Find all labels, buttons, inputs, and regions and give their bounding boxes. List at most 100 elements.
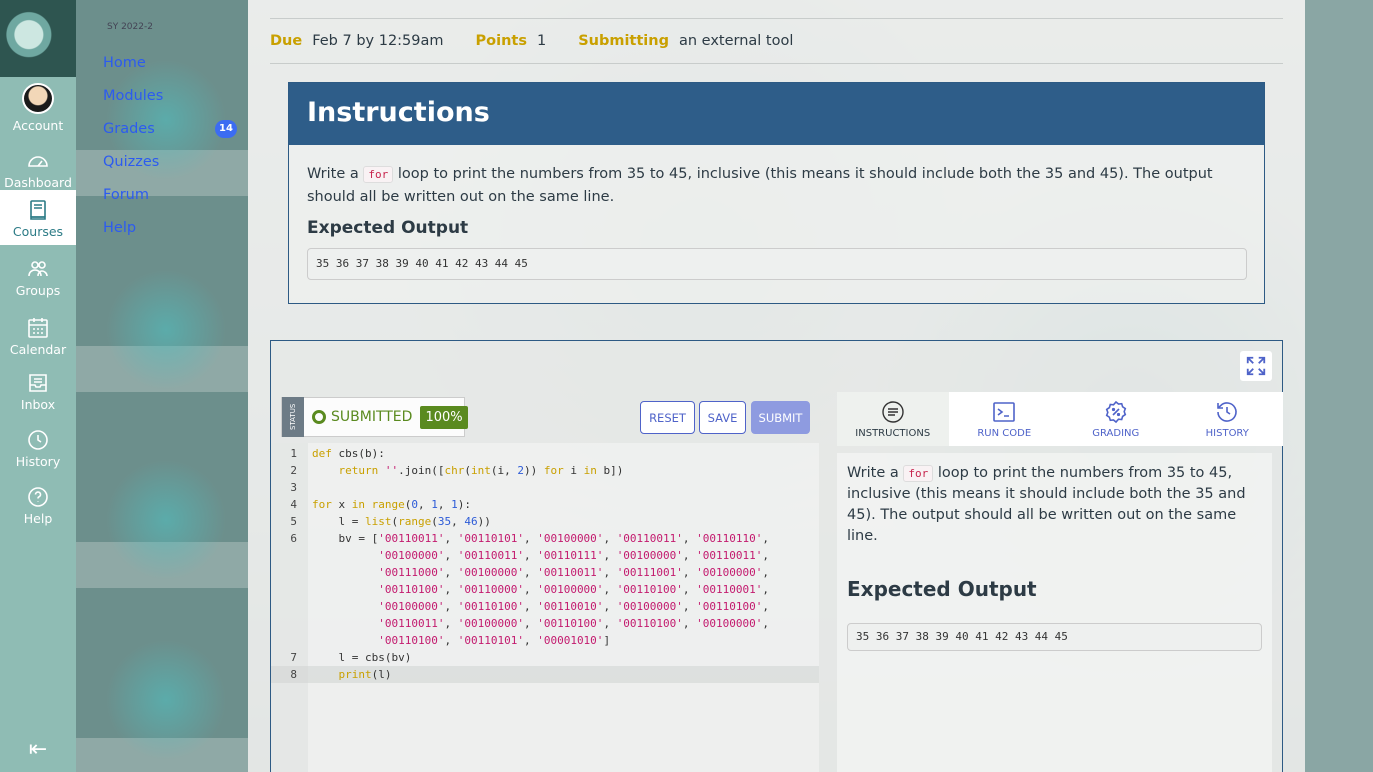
help-icon [24,483,52,511]
code-line[interactable]: 5 l = list(range(35, 46)) [271,513,819,530]
tab-run-code[interactable]: RUN CODE [948,392,1060,446]
global-navigation: Account Dashboard Courses Groups Calenda… [0,0,76,772]
code-text: '00111000', '00100000', '00110011', '001… [378,566,770,579]
code-line[interactable]: 2 return ''.join([chr(int(i, 2)) for i i… [271,462,819,479]
code-text: '00110011', '00100000', '00110100', '001… [378,617,770,630]
panel-instructions-text: Write a for loop to print the numbers fr… [847,463,1262,547]
code-text: '00100000', '00110100', '00110010', '001… [378,600,770,613]
course-nav-quizzes[interactable]: Quizzes [103,154,159,170]
dashboard-icon [24,147,52,175]
global-nav-history[interactable]: History [0,416,76,473]
line-number: 6 [290,532,297,545]
code-line[interactable]: '00111000', '00100000', '00110011', '001… [271,564,819,581]
global-nav-label: Help [23,511,53,526]
line-number: 8 [290,668,297,681]
code-text: '00110100', '00110000', '00100000', '001… [378,583,770,596]
right-panel-tabs: INSTRUCTIONS RUN CODE GRADING HISTORY [837,392,1283,446]
code-line[interactable]: '00100000', '00110100', '00110010', '001… [271,598,819,615]
inbox-icon [24,369,52,397]
global-nav-groups[interactable]: Groups [0,245,76,302]
fullscreen-button[interactable] [1240,351,1272,381]
course-nav-home[interactable]: Home [103,55,146,71]
instructions-text-after: loop to print the numbers from 35 to 45,… [307,166,1213,205]
keyword-code: for [903,465,934,482]
code-text: bv = ['00110011', '00110101', '00100000'… [312,532,770,545]
expected-output-box: 35 36 37 38 39 40 41 42 43 44 45 [307,248,1247,280]
course-nav-help[interactable]: Help [103,220,136,236]
global-nav-label: Account [12,118,64,133]
status-text: SUBMITTED [331,409,413,425]
percent-badge-icon [1105,400,1127,423]
code-line[interactable]: '00110100', '00110101', '00001010'] [271,632,819,649]
instructions-tab-content: Write a for loop to print the numbers fr… [837,453,1272,772]
course-nav-grades[interactable]: Grades [103,121,155,137]
global-nav-account[interactable]: Account [0,77,76,133]
status-bar: STATUS SUBMITTED 100% [281,397,468,437]
code-line[interactable]: '00110100', '00110000', '00100000', '001… [271,581,819,598]
grades-count-badge: 14 [215,120,237,138]
code-line[interactable]: 6 bv = ['00110011', '00110101', '0010000… [271,530,819,547]
expected-output-heading: Expected Output [307,218,469,238]
global-nav-inbox[interactable]: Inbox [0,359,76,416]
code-line[interactable]: 8 print(l) [271,666,819,683]
course-nav-forum[interactable]: Forum [103,187,149,203]
assignment-details: Due Feb 7 by 12:59am Points 1 Submitting… [270,18,1283,64]
code-line[interactable]: '00100000', '00110011', '00110111', '001… [271,547,819,564]
line-number: 7 [290,651,297,664]
collapse-nav-icon[interactable]: ⇤ [24,738,52,762]
terminal-icon [993,401,1016,422]
code-text: '00110100', '00110101', '00001010'] [378,634,611,647]
global-nav-label: Calendar [9,342,67,357]
groups-icon [24,255,52,283]
expand-icon [1246,356,1266,376]
points-value: 1 [536,33,547,49]
submit-button[interactable]: SUBMIT [751,401,810,434]
code-line[interactable]: 3 [271,479,819,496]
code-editor[interactable]: 1 def cbs(b): 2 return ''.join([chr(int(i,… [271,443,819,772]
instructions-text-before: Write a [307,166,359,182]
panel-expected-output-box: 35 36 37 38 39 40 41 42 43 44 45 [847,623,1262,651]
reset-button[interactable]: RESET [640,401,695,434]
tab-label: RUN CODE [977,427,1032,439]
tab-label: HISTORY [1205,427,1249,439]
line-number: 4 [290,498,297,511]
global-nav-help[interactable]: Help [0,473,76,530]
due-value: Feb 7 by 12:59am [312,33,444,49]
submitting-value: an external tool [678,33,794,49]
history-icon [1217,401,1237,422]
code-line[interactable]: 1 def cbs(b): [271,445,819,462]
save-button[interactable]: SAVE [699,401,746,434]
term-label: SY 2022-2 [107,22,153,32]
course-nav-modules[interactable]: Modules [103,88,163,104]
instructions-icon [882,400,904,423]
instructions-text-before: Write a [847,465,899,481]
institution-logo[interactable] [0,0,76,77]
code-tool: STATUS SUBMITTED 100% RESET SAVE SUBMIT … [270,340,1283,772]
tab-label: INSTRUCTIONS [855,427,931,439]
line-number: 2 [290,464,297,477]
score-badge: 100% [420,405,468,429]
tab-history[interactable]: HISTORY [1171,392,1283,446]
code-text: print(l) [338,668,392,681]
code-line[interactable]: 7 l = cbs(bv) [271,649,819,666]
line-number: 5 [290,515,297,528]
status-tab: STATUS [282,397,304,437]
tab-grading[interactable]: GRADING [1060,392,1172,446]
tab-instructions[interactable]: INSTRUCTIONS [837,392,949,446]
status-ring-icon [312,410,326,424]
avatar [22,83,54,114]
code-text: def cbs(b): [312,447,385,460]
global-nav-dashboard[interactable]: Dashboard [0,133,76,190]
global-nav-label: Dashboard [4,175,72,190]
global-nav-label: Inbox [20,397,56,412]
global-nav-courses[interactable]: Courses [0,190,76,245]
global-nav-label: History [15,454,61,469]
calendar-icon [24,314,52,342]
code-line[interactable]: 4 for x in range(0, 1, 1): [271,496,819,513]
global-nav-label: Courses [12,224,64,239]
global-nav-calendar[interactable]: Calendar [0,302,76,359]
code-line[interactable]: '00110011', '00100000', '00110100', '001… [271,615,819,632]
main-content: Due Feb 7 by 12:59am Points 1 Submitting… [248,0,1305,772]
background-image [76,0,248,772]
global-nav-label: Groups [15,283,61,298]
